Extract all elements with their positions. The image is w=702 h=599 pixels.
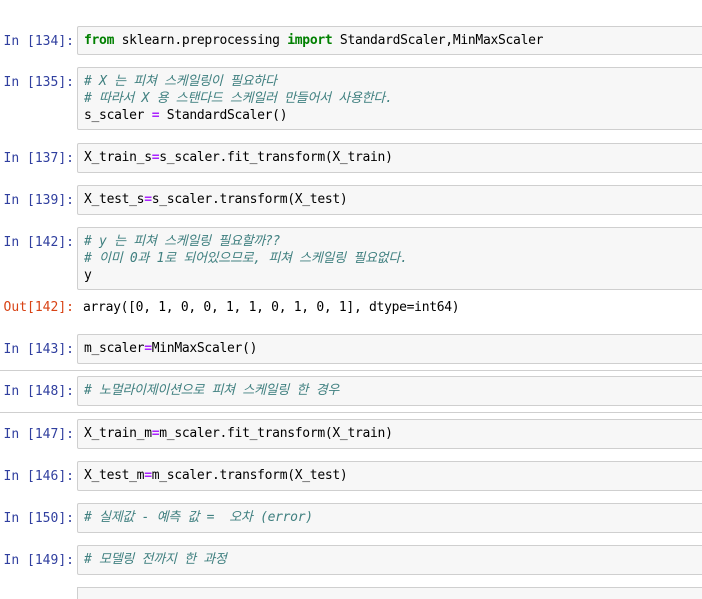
- code-line: m_scaler=MinMaxScaler(): [84, 340, 257, 357]
- code-line: X_test_s=s_scaler.transform(X_test): [84, 191, 348, 208]
- variable-name: X_train_s: [84, 150, 152, 165]
- code-input[interactable]: # X 는 피쳐 스케일링이 필요하다 # 따라서 X 용 스탠다드 스케일러 …: [77, 67, 702, 130]
- code-input[interactable]: # 모델링 전까지 한 과정: [77, 545, 702, 575]
- variable-name: y: [84, 268, 92, 283]
- input-prompt: In [134]:: [3, 34, 74, 49]
- code-input[interactable]: # 노멀라이제이션으로 피쳐 스케일링 한 경우: [77, 376, 702, 406]
- variable-name: s_scaler: [84, 108, 152, 123]
- assign-operator: =: [144, 468, 152, 483]
- input-prompt: In [143]:: [3, 342, 74, 357]
- assign-operator: =: [144, 341, 152, 356]
- input-prompt: In [150]:: [3, 511, 74, 526]
- variable-name: m_scaler: [84, 341, 145, 356]
- module-name: sklearn.preprocessing: [114, 33, 288, 48]
- input-prompt: In [142]:: [3, 235, 74, 250]
- comment-line: # y 는 피쳐 스케일링 필요할까??: [84, 234, 281, 249]
- expression: StandardScaler(): [159, 108, 288, 123]
- expression: MinMaxScaler(): [151, 341, 258, 356]
- variable-name: X_train_m: [84, 426, 152, 441]
- code-line: # 모델링 전까지 한 과정: [84, 551, 227, 568]
- output-prompt: Out[142]:: [3, 300, 74, 315]
- code-line: X_test_m=m_scaler.transform(X_test): [84, 467, 348, 484]
- notebook: In [134]: from sklearn.preprocessing imp…: [0, 0, 702, 599]
- comment-line: # 실제값 - 예측 값 = 오차 (error): [84, 510, 313, 525]
- input-prompt: In [148]:: [3, 384, 74, 399]
- variable-name: X_test_s: [84, 192, 145, 207]
- keyword-import: import: [287, 33, 333, 48]
- expression: s_scaler.fit_transform(X_train): [159, 150, 393, 165]
- code-line: X_train_s=s_scaler.fit_transform(X_train…: [84, 149, 393, 166]
- assign-operator: =: [144, 192, 152, 207]
- code-block: # y 는 피쳐 스케일링 필요할까?? # 이미 0과 1로 되어있으므로, …: [84, 233, 408, 284]
- expression: s_scaler.transform(X_test): [151, 192, 348, 207]
- cell-divider: [0, 370, 702, 371]
- code-input[interactable]: m_scaler=MinMaxScaler(): [77, 334, 702, 364]
- code-line: # 실제값 - 예측 값 = 오차 (error): [84, 509, 313, 526]
- expression: m_scaler.fit_transform(X_train): [159, 426, 393, 441]
- code-input[interactable]: X_test_m=m_scaler.transform(X_test): [77, 461, 702, 491]
- code-line: X_train_m=m_scaler.fit_transform(X_train…: [84, 425, 393, 442]
- expression: m_scaler.transform(X_test): [151, 468, 348, 483]
- variable-name: X_test_m: [84, 468, 145, 483]
- comment-line: # X 는 피쳐 스케일링이 필요하다: [84, 74, 277, 89]
- input-prompt: In [146]:: [3, 469, 74, 484]
- code-line: from sklearn.preprocessing import Standa…: [84, 32, 543, 49]
- code-input[interactable]: # y 는 피쳐 스케일링 필요할까?? # 이미 0과 1로 되어있으므로, …: [77, 227, 702, 290]
- comment-line: # 이미 0과 1로 되어있으므로, 피쳐 스케일링 필요없다.: [84, 251, 408, 266]
- code-input[interactable]: X_train_s=s_scaler.fit_transform(X_train…: [77, 143, 702, 173]
- input-prompt: In [149]:: [3, 553, 74, 568]
- comment-line: # 모델링 전까지 한 과정: [84, 552, 227, 567]
- next-code-input[interactable]: [77, 587, 702, 599]
- comment-line: # 따라서 X 용 스탠다드 스케일러 만들어서 사용한다.: [84, 91, 393, 106]
- comment-line: # 노멀라이제이션으로 피쳐 스케일링 한 경우: [84, 383, 340, 398]
- input-prompt: In [135]:: [3, 75, 74, 90]
- code-block: # X 는 피쳐 스케일링이 필요하다 # 따라서 X 용 스탠다드 스케일러 …: [84, 73, 393, 124]
- cell-divider: [0, 412, 702, 413]
- keyword-from: from: [84, 33, 115, 48]
- code-input[interactable]: X_test_s=s_scaler.transform(X_test): [77, 185, 702, 215]
- input-prompt: In [137]:: [3, 151, 74, 166]
- output-text: array([0, 1, 0, 0, 1, 1, 0, 1, 0, 1], dt…: [83, 300, 460, 315]
- imported-names: StandardScaler,MinMaxScaler: [332, 33, 544, 48]
- input-prompt: In [147]:: [3, 427, 74, 442]
- code-input[interactable]: from sklearn.preprocessing import Standa…: [77, 26, 702, 55]
- input-prompt: In [139]:: [3, 193, 74, 208]
- code-input[interactable]: X_train_m=m_scaler.fit_transform(X_train…: [77, 419, 702, 449]
- code-input[interactable]: # 실제값 - 예측 값 = 오차 (error): [77, 503, 702, 533]
- code-line: # 노멀라이제이션으로 피쳐 스케일링 한 경우: [84, 382, 339, 399]
